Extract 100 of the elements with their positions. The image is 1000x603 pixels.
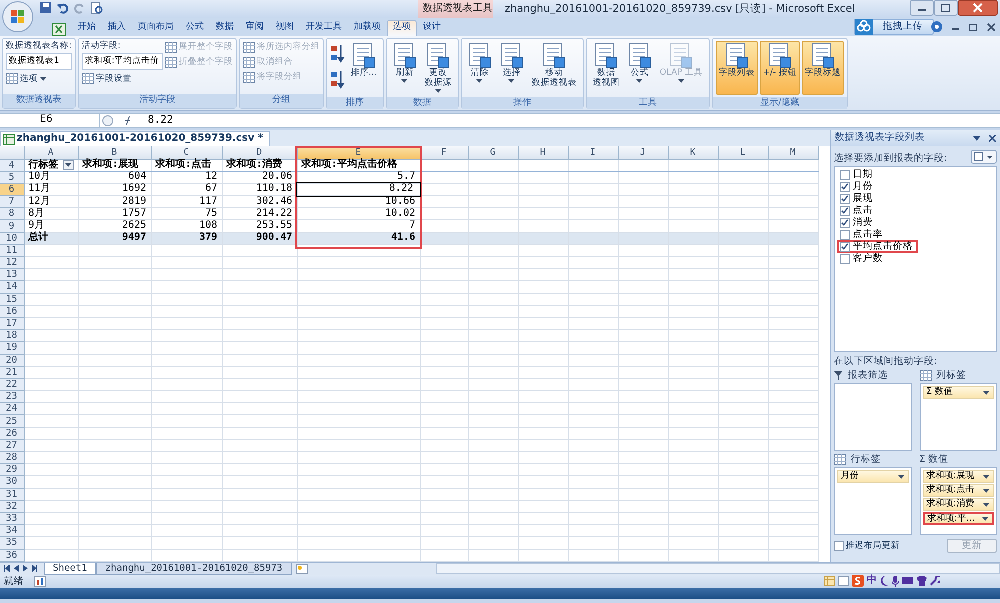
row-header[interactable]: 4 — [0, 159, 24, 172]
row-header[interactable]: 12 — [0, 256, 24, 269]
drop-area[interactable]: Σ 数值 — [920, 383, 997, 452]
last-sheet-icon[interactable] — [32, 564, 38, 572]
row-header[interactable]: 32 — [0, 500, 24, 512]
page-layout-icon[interactable] — [838, 576, 849, 586]
row-header[interactable]: 8 — [0, 208, 24, 220]
ribbon-button[interactable]: 公式 — [624, 41, 655, 95]
area-field-button[interactable]: 求和项:消费 — [922, 498, 994, 512]
checkbox[interactable] — [840, 206, 850, 216]
row-header[interactable]: 34 — [0, 524, 24, 537]
row-header[interactable]: 9 — [0, 220, 24, 232]
ribbon-tab[interactable]: 开发工具 — [300, 20, 348, 36]
sort-ascending-icon[interactable] — [330, 43, 346, 65]
ribbon-button[interactable]: 选择 — [496, 41, 527, 95]
layout-button-icon[interactable] — [971, 150, 997, 164]
checkbox[interactable] — [840, 170, 850, 180]
horizontal-scrollbar[interactable] — [436, 563, 1000, 574]
restore-icon[interactable] — [969, 23, 978, 31]
field-item[interactable]: 点击 — [837, 204, 878, 217]
ribbon-button[interactable]: 数据 透视图 — [590, 41, 623, 95]
row-header[interactable]: 21 — [0, 366, 24, 378]
moon-icon[interactable] — [880, 576, 889, 586]
ribbon-tab[interactable]: 加载项 — [348, 20, 387, 36]
input-method-icon[interactable] — [852, 575, 864, 587]
column-header[interactable]: G — [468, 146, 518, 159]
ribbon-button[interactable]: 选项 — [6, 72, 72, 86]
shirt-icon[interactable] — [917, 576, 927, 586]
checkbox[interactable] — [840, 242, 850, 252]
column-header[interactable]: L — [718, 146, 768, 159]
row-header[interactable]: 28 — [0, 452, 24, 464]
restore-icon[interactable] — [934, 0, 958, 16]
close-icon[interactable] — [989, 134, 996, 142]
row-header[interactable]: 36 — [0, 549, 24, 562]
ribbon-button[interactable]: 清除 — [464, 41, 495, 95]
ribbon-tab[interactable]: 插入 — [102, 20, 132, 36]
ribbon-tab[interactable]: 选项 — [387, 20, 417, 36]
checkbox[interactable] — [840, 218, 850, 228]
close-icon[interactable] — [958, 0, 998, 16]
field-item[interactable]: 点击率 — [837, 228, 888, 241]
ribbon-tab[interactable]: 设计 — [417, 20, 447, 36]
macro-record-icon[interactable] — [34, 576, 46, 587]
field-item[interactable]: 客户数 — [837, 252, 888, 265]
microphone-icon[interactable] — [892, 576, 899, 586]
row-header[interactable]: 18 — [0, 330, 24, 342]
wrench-icon[interactable] — [930, 576, 940, 586]
row-header[interactable]: 20 — [0, 354, 24, 366]
row-header[interactable]: 35 — [0, 536, 24, 549]
column-header[interactable]: H — [518, 146, 568, 159]
row-header[interactable]: 16 — [0, 305, 24, 318]
ribbon-button[interactable]: 排序... — [348, 41, 380, 95]
close-icon[interactable] — [987, 22, 996, 32]
ribbon-button[interactable]: 字段设置 — [82, 72, 163, 86]
print-preview-icon[interactable] — [91, 2, 103, 14]
row-header[interactable]: 26 — [0, 427, 24, 440]
area-field-button[interactable]: Σ 数值 — [922, 386, 994, 400]
row-header[interactable]: 23 — [0, 390, 24, 403]
field-item[interactable]: 月份 — [837, 180, 878, 193]
checkbox[interactable] — [840, 194, 850, 204]
ribbon-tab[interactable]: 审阅 — [240, 20, 270, 36]
keyboard-icon[interactable] — [902, 577, 914, 585]
area-field-button[interactable]: 求和项:点击 — [922, 484, 994, 498]
help-icon[interactable] — [931, 21, 943, 33]
ribbon-button[interactable]: +/- 按钮 — [760, 41, 800, 95]
row-header[interactable]: 13 — [0, 268, 24, 281]
field-item[interactable]: 展现 — [837, 192, 878, 205]
sheet-tab[interactable]: Sheet1 — [44, 563, 96, 575]
input-mode-label[interactable]: 中 — [867, 575, 877, 587]
ribbon-tab[interactable]: 公式 — [180, 20, 210, 36]
row-header[interactable]: 11 — [0, 244, 24, 256]
column-header[interactable]: D — [222, 146, 297, 159]
area-field-button[interactable]: 月份 — [837, 470, 908, 484]
row-header[interactable]: 6 — [0, 183, 24, 196]
row-header[interactable]: 24 — [0, 402, 24, 415]
area-field-button[interactable]: 求和项:平... — [922, 512, 994, 526]
row-header[interactable]: 29 — [0, 464, 24, 476]
excel-icon[interactable] — [52, 23, 66, 36]
row-header[interactable]: 17 — [0, 317, 24, 330]
drop-area[interactable]: 月份 — [834, 467, 912, 536]
insert-sheet-icon[interactable] — [296, 564, 310, 574]
sheet-tab[interactable]: zhanghu_20161001-20161020_85973 — [96, 563, 292, 575]
name-box[interactable]: E6 — [0, 114, 100, 128]
text-field[interactable]: 数据透视表1 — [6, 53, 72, 70]
drop-area[interactable]: 求和项:展现 求和项:点击 求和项:消费 求和项:平... — [920, 467, 997, 536]
row-header[interactable]: 19 — [0, 342, 24, 354]
column-header[interactable]: J — [618, 146, 668, 159]
ribbon-button[interactable]: 字段标题 — [802, 41, 844, 95]
sort-descending-icon[interactable] — [330, 69, 346, 91]
first-sheet-icon[interactable] — [4, 564, 10, 572]
checkbox[interactable] — [840, 254, 850, 264]
next-sheet-icon[interactable] — [23, 564, 28, 572]
column-header[interactable]: M — [768, 146, 818, 159]
ribbon-tab[interactable]: 开始 — [72, 20, 102, 36]
column-header[interactable]: I — [568, 146, 618, 159]
ribbon-tab[interactable]: 视图 — [270, 20, 300, 36]
ribbon-button[interactable]: 更改 数据源 — [422, 41, 455, 95]
ribbon-button[interactable]: 字段列表 — [716, 41, 758, 95]
row-header[interactable]: 7 — [0, 196, 24, 208]
row-header[interactable]: 33 — [0, 512, 24, 525]
row-header[interactable]: 30 — [0, 476, 24, 488]
